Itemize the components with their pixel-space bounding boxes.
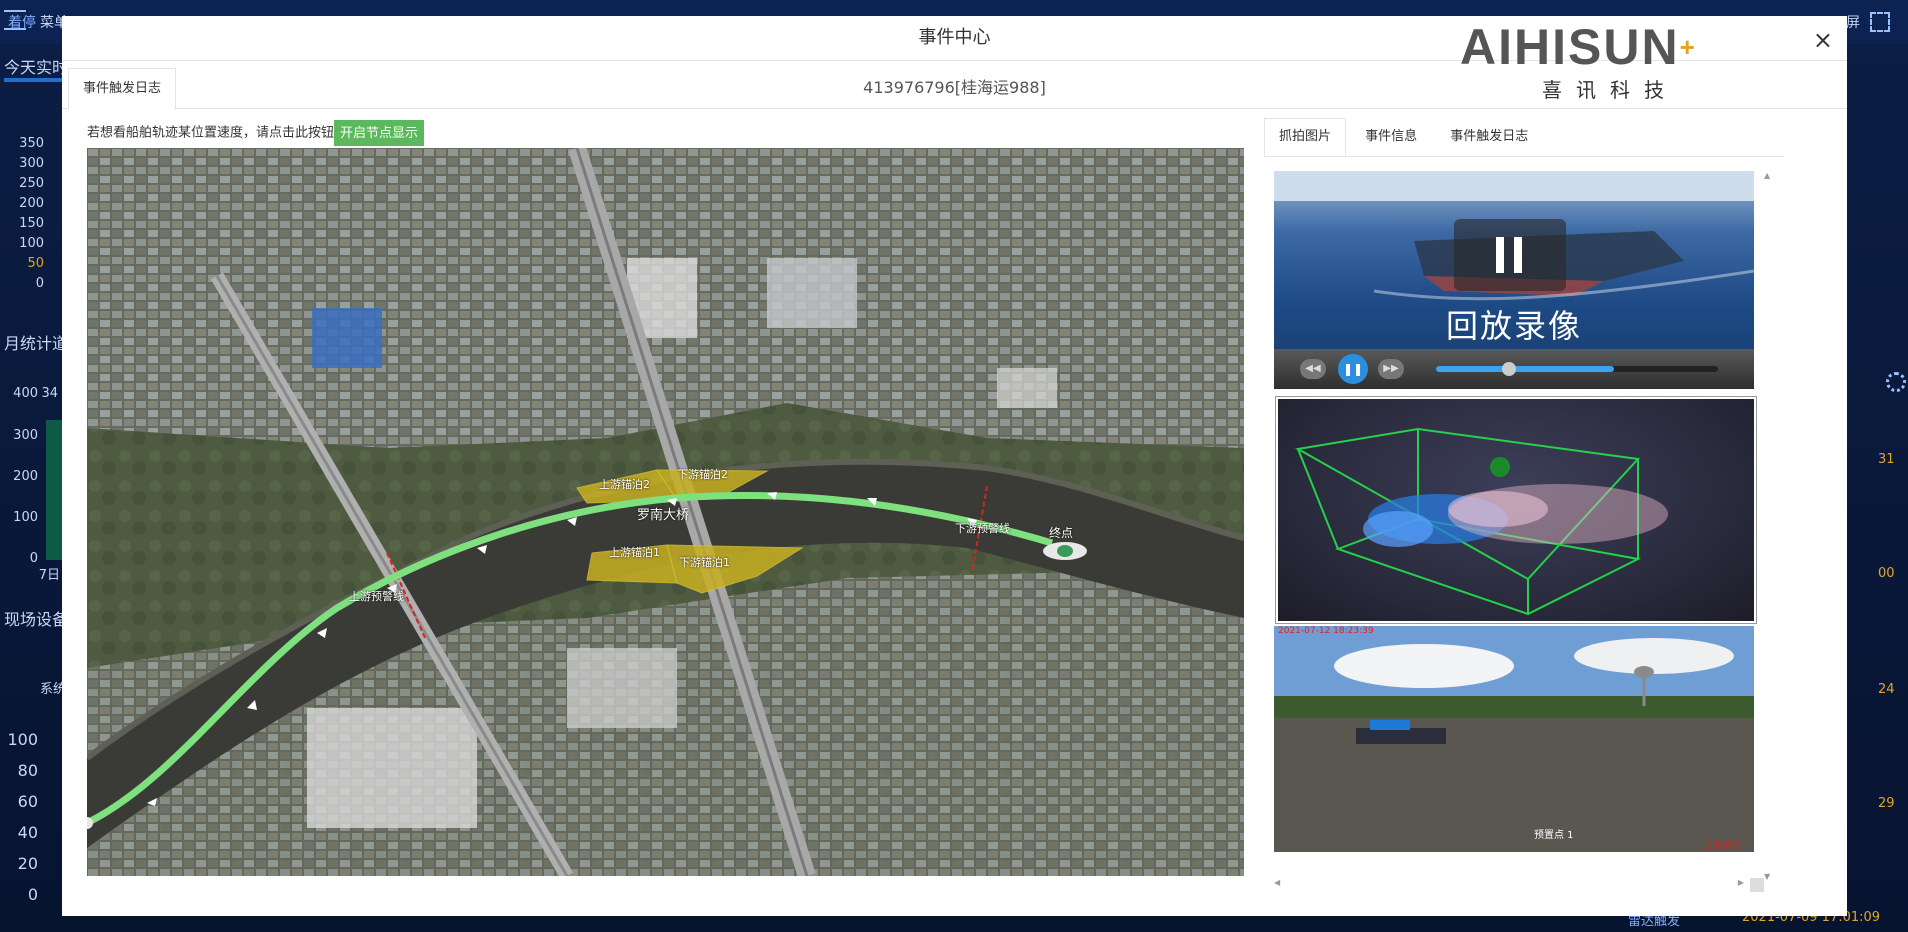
satellite-map[interactable]: 上游锚泊2 下游锚泊2 罗南大桥 上游锚泊1 下游锚泊1 下游预警线 上游预警线…	[87, 148, 1244, 876]
map-label-downstream-warning: 下游预警线	[955, 522, 1010, 535]
tab-event-log[interactable]: 事件触发日志	[1436, 119, 1542, 155]
radar-point-cloud	[1275, 396, 1757, 624]
tab-snapshot[interactable]: 抓拍图片	[1264, 118, 1347, 156]
tab-event-log-left[interactable]: 事件触发日志	[68, 68, 177, 110]
camera-preset: 预置点 1	[1534, 830, 1574, 841]
close-icon[interactable]: ×	[1813, 26, 1833, 54]
camera-scene-svg	[1274, 626, 1754, 852]
map-label-bridge: 罗南大桥	[637, 508, 690, 523]
scroll-left-icon[interactable]: ◀	[1274, 878, 1280, 887]
pause-overlay[interactable]	[1454, 219, 1566, 291]
scroll-down-icon[interactable]: ▼	[1764, 872, 1770, 881]
forward-icon[interactable]: ▶▶	[1378, 359, 1404, 379]
snapshot-panel: 回放录像 ◀◀ ❚❚ ▶▶ 2021-07-12 18:23:39 预置点 1 …	[1274, 171, 1757, 891]
camera-name: 上游球机	[1704, 841, 1741, 851]
vertical-scrollbar[interactable]: ▲ ▼	[1762, 171, 1774, 881]
scroll-right-icon[interactable]: ▶	[1738, 878, 1744, 887]
camera-snapshot: 2021-07-12 18:23:39 预置点 1 上游球机	[1274, 626, 1754, 852]
pause-icon	[1496, 237, 1504, 273]
section-divider	[4, 78, 64, 82]
enable-node-display-button[interactable]: 开启节点显示	[334, 120, 425, 146]
right-tabs: 抓拍图片 事件信息 事件触发日志	[1264, 118, 1784, 157]
hint-text: 若想看船舶轨迹某位置速度，请点击此按钮	[87, 125, 335, 141]
playback-overlay-text: 回放录像	[1445, 307, 1582, 345]
node-hint: 若想看船舶轨迹某位置速度，请点击此按钮 开启节点显示	[87, 120, 425, 147]
section-today: 今天实时	[4, 58, 69, 77]
map-label-upstream-warning: 上游预警线	[349, 590, 404, 603]
map-label-downstream-anchor-2: 下游锚泊2	[677, 468, 728, 481]
fullscreen-icon[interactable]	[1870, 12, 1890, 32]
rewind-icon[interactable]: ◀◀	[1300, 359, 1326, 379]
event-center-modal: 事件中心 AIHISUN+ 喜讯科技 × 413976796[桂海运988] 事…	[62, 16, 1847, 916]
monthly-date: 7日	[38, 568, 60, 583]
map-label-upstream-anchor-2: 上游锚泊2	[599, 478, 650, 491]
progress-knob[interactable]	[1502, 362, 1516, 376]
monthly-bar	[46, 420, 62, 560]
logo-brand: AIHISUN	[1460, 19, 1680, 75]
scroll-up-icon[interactable]: ▲	[1764, 171, 1770, 180]
scroll-corner	[1750, 878, 1764, 892]
horizontal-scrollbar[interactable]: ◀ ▶	[1274, 878, 1764, 892]
video-controls: ◀◀ ❚❚ ▶▶	[1274, 349, 1754, 389]
map-label-downstream-anchor-1: 下游锚泊1	[679, 556, 730, 569]
progress-track[interactable]	[1436, 362, 1718, 376]
monthly-bar-label: 34	[41, 386, 58, 401]
section-devices: 现场设备	[4, 610, 69, 629]
settings-icon[interactable]	[1886, 372, 1906, 392]
map-label-end: 终点	[1049, 526, 1074, 540]
ship-id-header: 413976796[桂海运988]	[62, 68, 1847, 109]
logo-spark-icon: +	[1679, 32, 1697, 62]
point-cloud-svg	[1295, 427, 1668, 616]
top-right-label: 屏	[1846, 15, 1860, 31]
pause-badge[interactable]: 着停	[8, 12, 36, 32]
playback-video[interactable]: 回放录像 ◀◀ ❚❚ ▶▶	[1274, 171, 1754, 389]
progress-fill	[1436, 366, 1614, 372]
play-pause-icon[interactable]: ❚❚	[1338, 354, 1368, 384]
tab-event-info[interactable]: 事件信息	[1351, 119, 1431, 155]
section-monthly: 月统计道	[4, 334, 69, 353]
map-label-upstream-anchor-1: 上游锚泊1	[609, 546, 660, 559]
camera-timestamp: 2021-07-12 18:23:39	[1278, 626, 1374, 636]
